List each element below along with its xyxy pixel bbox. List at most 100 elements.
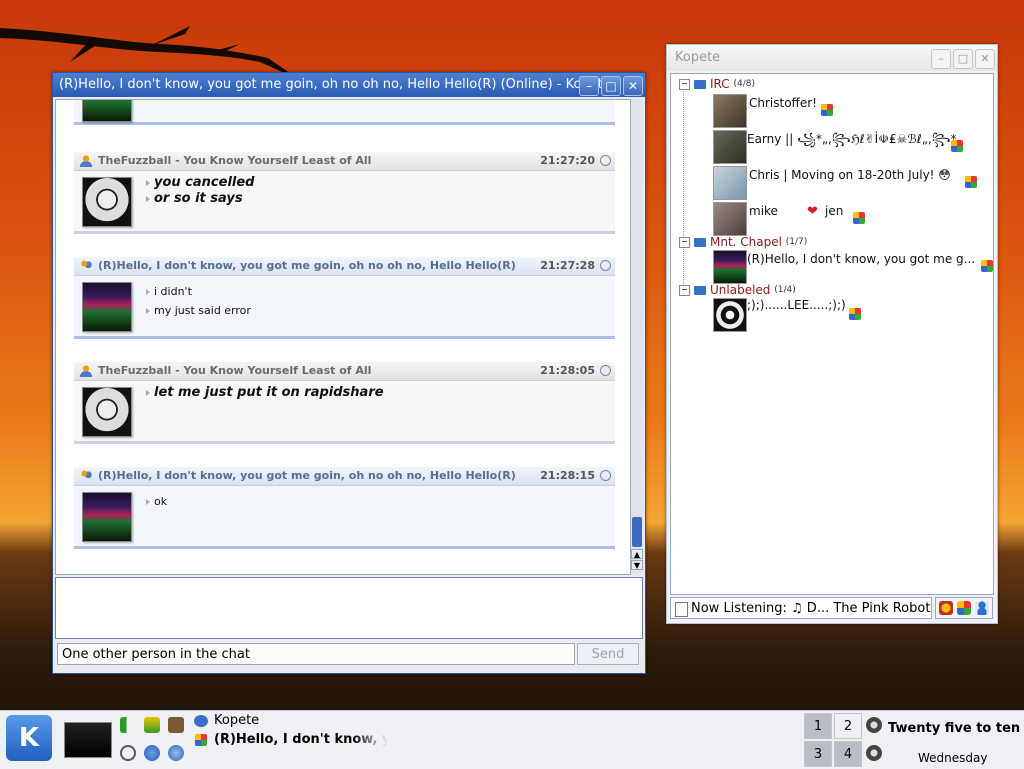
message-line: ok <box>145 495 168 508</box>
message-item: TheFuzzball - You Know Yourself Least of… <box>74 152 615 234</box>
contact-list[interactable]: − IRC (4/8) Christoffer! Earny || ꧁*„,꧂ℌℓ… <box>670 73 994 595</box>
close-button[interactable]: ✕ <box>975 49 995 69</box>
chat-window-title: (R)Hello, I don't know, you got me goin,… <box>53 73 645 97</box>
contact-name: ;);)......LEE.....;);) <box>747 298 846 312</box>
chat-bubble-icon[interactable] <box>144 745 160 761</box>
group-irc[interactable]: − IRC (4/8) <box>679 76 755 92</box>
message-item: TheFuzzball - You Know Yourself Least of… <box>74 362 615 444</box>
message-history[interactable]: TheFuzzball - You Know Yourself Least of… <box>55 99 631 575</box>
message-header: (R)Hello, I don't know, you got me goin,… <box>74 467 615 486</box>
media-thumbnail[interactable] <box>64 722 112 758</box>
message-line: let me just put it on rapidshare <box>146 385 384 400</box>
taskbar-item-kopete[interactable]: Kopete <box>194 713 260 728</box>
avatar <box>713 166 747 200</box>
contact-name: (R)Hello, I don't know, you got me g... <box>747 252 976 266</box>
avatar <box>82 177 132 227</box>
now-listening-status[interactable]: Now Listening: ♫ D... The Pink Robot) ♫ <box>670 597 932 619</box>
message-line: you cancelled <box>145 175 255 190</box>
message-item: (R)Hello, I don't know, you got me goin,… <box>74 257 615 339</box>
taskbar-item-label: (R)Hello, I don't know, yo <box>214 732 388 747</box>
msn-icon <box>195 734 207 746</box>
jabber-icon[interactable] <box>939 601 953 615</box>
message-line: my just said error <box>146 303 251 322</box>
kopete-icon <box>194 715 208 727</box>
message-item: (R)Hello, I don't know, you got me goin,… <box>74 467 615 549</box>
message-line: or so it says <box>145 191 254 207</box>
close-button[interactable]: ✕ <box>623 76 643 96</box>
scroll-down-arrow-icon[interactable]: ▼ <box>631 560 643 570</box>
message-header: TheFuzzball - You Know Yourself Least of… <box>74 362 615 381</box>
send-button[interactable]: Send <box>577 643 639 665</box>
clock-time[interactable]: Twenty five to ten <box>888 721 1020 736</box>
collapse-icon[interactable]: − <box>679 79 690 90</box>
group-mnt-chapel[interactable]: − Mnt. Chapel (1/7) <box>679 234 807 250</box>
message-sender: (R)Hello, I don't know, you got me goin,… <box>98 259 516 272</box>
volume-icon[interactable] <box>120 717 136 733</box>
avatar <box>82 282 132 332</box>
message-header: (R)Hello, I don't know, you got me goin,… <box>74 257 615 276</box>
alarm-clock-icon[interactable] <box>120 745 136 761</box>
group-count: (4/8) <box>733 79 756 89</box>
scrollbar-thumb[interactable] <box>632 517 642 547</box>
avatar <box>82 100 132 122</box>
clock-icon <box>600 260 611 271</box>
group-icon <box>694 238 706 247</box>
power-icon[interactable] <box>866 717 882 733</box>
taskbar-item-label: Kopete <box>214 713 260 728</box>
minimize-button[interactable]: – <box>931 49 951 69</box>
msn-status-icon <box>853 212 865 224</box>
group-name: IRC <box>710 77 730 91</box>
avatar <box>82 387 132 437</box>
message-time: 21:28:15 <box>540 469 595 482</box>
group-count: (1/4) <box>774 285 796 295</box>
person-icon <box>80 470 92 482</box>
desktop-2[interactable]: 2 <box>834 713 862 739</box>
avatar <box>713 202 747 236</box>
wallet-icon[interactable] <box>168 717 184 733</box>
message-line: i didn't <box>146 284 251 303</box>
msn-status-icon <box>821 104 833 116</box>
clock-icon <box>600 470 611 481</box>
k-menu-button[interactable]: K <box>6 715 52 761</box>
account-status-icons <box>935 597 993 619</box>
scroll-up-arrow-icon[interactable]: ▲ <box>631 549 643 559</box>
avatar <box>713 250 747 284</box>
kopete-window: Kopete – □ ✕ − IRC (4/8) Christoffer! Ear… <box>666 44 998 624</box>
logout-icon[interactable] <box>866 745 882 761</box>
battery-icon[interactable] <box>144 717 160 733</box>
avatar <box>713 94 747 128</box>
contact-name: mike <box>749 204 778 218</box>
user-icon[interactable] <box>975 601 989 615</box>
taskbar: K Kopete (R)Hello, I don't know, yo 1 2 … <box>0 710 1024 769</box>
group-name: Mnt. Chapel <box>710 235 782 249</box>
taskbar-item-chat[interactable]: (R)Hello, I don't know, yo <box>214 732 388 747</box>
collapse-icon[interactable]: − <box>679 237 690 248</box>
avatar <box>713 298 747 332</box>
collapse-icon[interactable]: − <box>679 285 690 296</box>
minimize-button[interactable]: – <box>579 76 599 96</box>
message-sender: TheFuzzball - You Know Yourself Least of… <box>98 364 372 377</box>
globe-icon[interactable] <box>168 745 184 761</box>
group-unlabeled[interactable]: − Unlabeled (1/4) <box>679 282 796 298</box>
now-listening-text: Now Listening: ♫ D... The Pink Robot) ♫ <box>691 601 932 616</box>
message-input[interactable] <box>55 577 643 639</box>
message-time: 21:28:05 <box>540 364 595 377</box>
contact-name: Chris | Moving on 18-20th July! 😳 <box>749 168 951 182</box>
msn-status-icon <box>849 308 861 320</box>
group-icon <box>694 286 706 295</box>
message-scrollbar[interactable]: ▲ ▼ <box>630 99 643 573</box>
desktop-1[interactable]: 1 <box>804 713 832 739</box>
message-sender: TheFuzzball - You Know Yourself Least of… <box>98 154 372 167</box>
maximize-button[interactable]: □ <box>953 49 973 69</box>
message-header: TheFuzzball - You Know Yourself Least of… <box>74 152 615 171</box>
clock-icon <box>600 155 611 166</box>
desktop-4[interactable]: 4 <box>834 741 862 767</box>
maximize-button[interactable]: □ <box>601 76 621 96</box>
desktop-3[interactable]: 3 <box>804 741 832 767</box>
avatar <box>713 130 747 164</box>
chat-window: (R)Hello, I don't know, you got me goin,… <box>52 72 646 674</box>
message-sender: (R)Hello, I don't know, you got me goin,… <box>98 469 516 482</box>
group-count: (1/7) <box>785 237 808 247</box>
msn-icon[interactable] <box>957 601 971 615</box>
heart-icon: ❤ <box>807 204 818 219</box>
